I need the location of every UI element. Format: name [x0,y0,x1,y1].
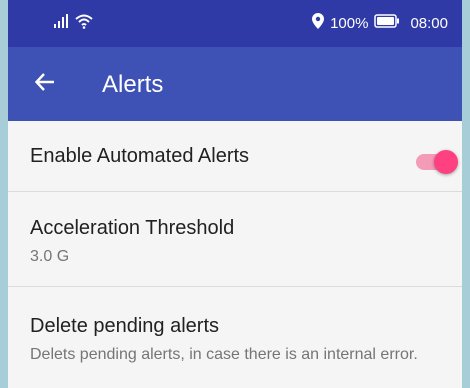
setting-title-delete-pending: Delete pending alerts [30,315,220,337]
setting-row-acceleration-threshold[interactable]: Acceleration Threshold 3.0 G [8,192,462,286]
setting-row-delete-pending[interactable]: Delete pending alerts Delets pending ale… [8,287,462,388]
setting-summary-delete-pending: Delets pending alerts, in case there is … [30,346,418,363]
back-button[interactable] [26,65,64,103]
status-bar: 100% 08:00 [8,0,462,47]
setting-title-acceleration-threshold: Acceleration Threshold [30,217,235,239]
toggle-thumb [434,150,458,174]
status-right: 100% 08:00 [312,13,448,33]
setting-title-enable-alerts: Enable Automated Alerts [30,145,250,167]
app-bar: Alerts [8,47,462,121]
setting-row-enable-alerts[interactable]: Enable Automated Alerts [8,121,462,191]
status-left-icons [54,13,94,34]
signal-icon [54,13,70,33]
location-icon [312,13,325,33]
page-title: Alerts [102,71,164,98]
back-arrow-icon [34,71,56,98]
battery-icon [374,14,400,32]
setting-summary-acceleration-threshold: 3.0 G [30,248,70,265]
battery-percent: 100% [330,14,369,32]
phone-screen: 100% 08:00 Alerts Enable Automated Alert… [8,0,462,388]
wifi-icon [74,13,94,34]
enable-alerts-toggle[interactable] [410,147,462,175]
clock: 08:00 [410,14,448,32]
